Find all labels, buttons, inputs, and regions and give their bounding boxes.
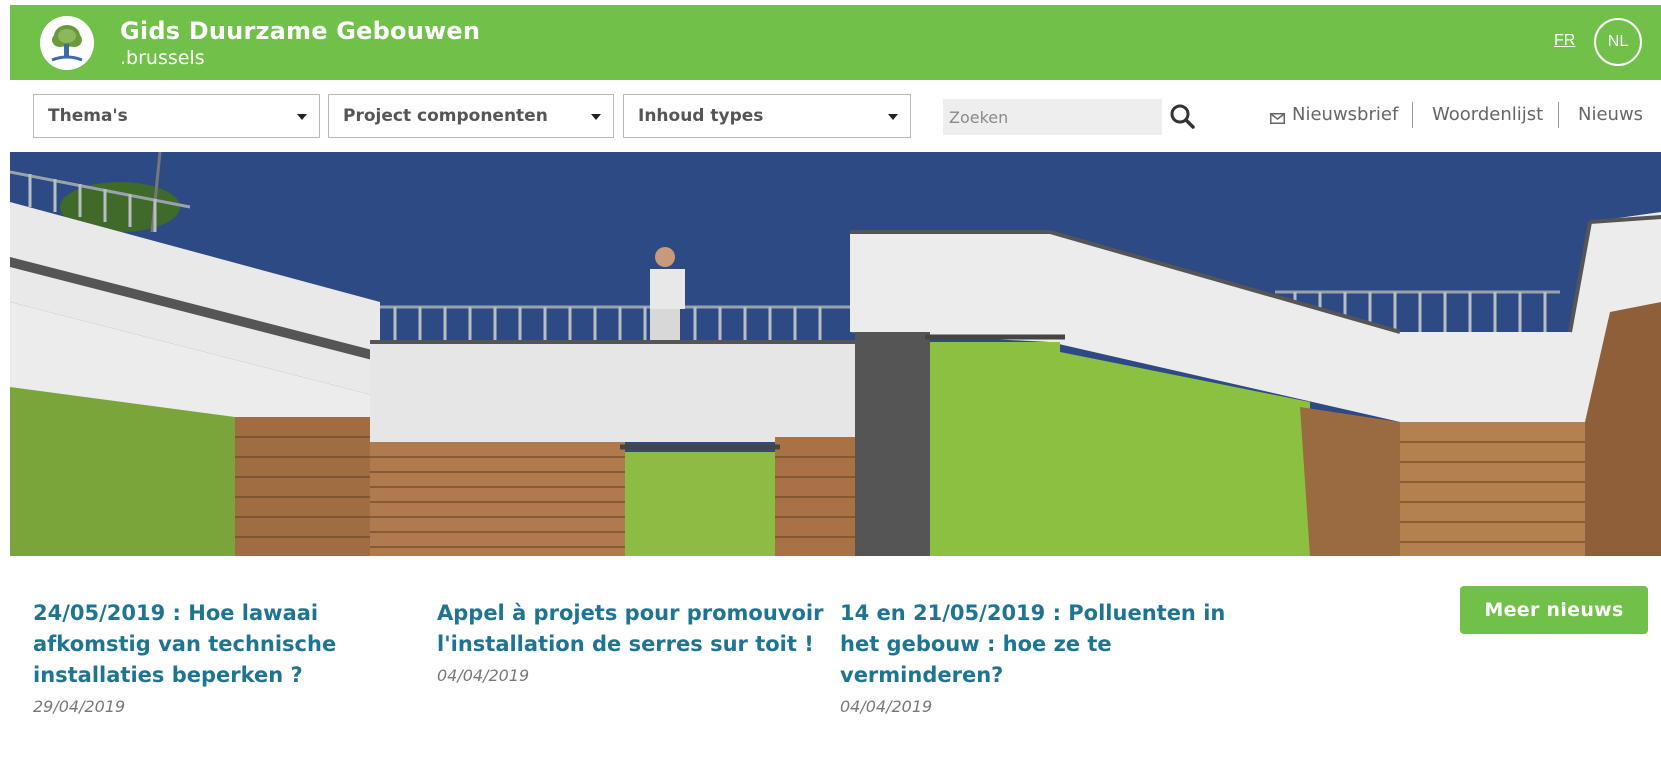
divider xyxy=(1412,102,1413,128)
news-title-link[interactable]: 14 en 21/05/2019 : Polluenten in het geb… xyxy=(840,598,1230,691)
language-nl-button[interactable]: NL xyxy=(1594,18,1642,66)
caret-down-icon xyxy=(591,114,601,120)
glossary-link[interactable]: Woordenlijst xyxy=(1432,104,1543,125)
site-header: Gids Duurzame Gebouwen .brussels FR NL xyxy=(10,5,1661,80)
caret-down-icon xyxy=(888,114,898,120)
divider xyxy=(1558,102,1559,128)
search-input[interactable] xyxy=(943,99,1162,135)
site-subtitle[interactable]: .brussels xyxy=(120,47,205,69)
language-fr-link[interactable]: FR xyxy=(1554,32,1575,50)
site-title[interactable]: Gids Duurzame Gebouwen xyxy=(120,17,480,45)
search-icon[interactable] xyxy=(1168,100,1198,134)
hero-image xyxy=(10,152,1661,556)
news-title-link[interactable]: 24/05/2019 : Hoe lawaai afkomstig van te… xyxy=(33,598,373,691)
themes-dropdown-label: Thema's xyxy=(48,106,128,126)
newsletter-link[interactable]: Nieuwsbrief xyxy=(1292,104,1398,125)
navigation-toolbar: Thema's Project componenten Inhoud types… xyxy=(0,80,1661,152)
tree-logo-icon[interactable] xyxy=(40,16,94,70)
more-news-button[interactable]: Meer nieuws xyxy=(1460,586,1648,634)
themes-dropdown[interactable]: Thema's xyxy=(33,94,320,138)
project-components-dropdown[interactable]: Project componenten xyxy=(328,94,614,138)
news-date: 04/04/2019 xyxy=(437,666,530,685)
content-types-dropdown[interactable]: Inhoud types xyxy=(623,94,911,138)
project-components-dropdown-label: Project componenten xyxy=(343,106,548,126)
news-item: 14 en 21/05/2019 : Polluenten in het geb… xyxy=(840,598,1230,716)
news-link[interactable]: Nieuws xyxy=(1578,104,1643,125)
news-item: Appel à projets pour promouvoir l'instal… xyxy=(437,598,827,685)
page: Gids Duurzame Gebouwen .brussels FR NL T… xyxy=(0,0,1661,766)
caret-down-icon xyxy=(297,114,307,120)
news-title-link[interactable]: Appel à projets pour promouvoir l'instal… xyxy=(437,598,827,660)
news-item: 24/05/2019 : Hoe lawaai afkomstig van te… xyxy=(33,598,373,716)
content-types-dropdown-label: Inhoud types xyxy=(638,106,764,126)
news-date: 29/04/2019 xyxy=(33,697,126,716)
news-date: 04/04/2019 xyxy=(840,697,933,716)
mail-icon xyxy=(1270,111,1285,124)
